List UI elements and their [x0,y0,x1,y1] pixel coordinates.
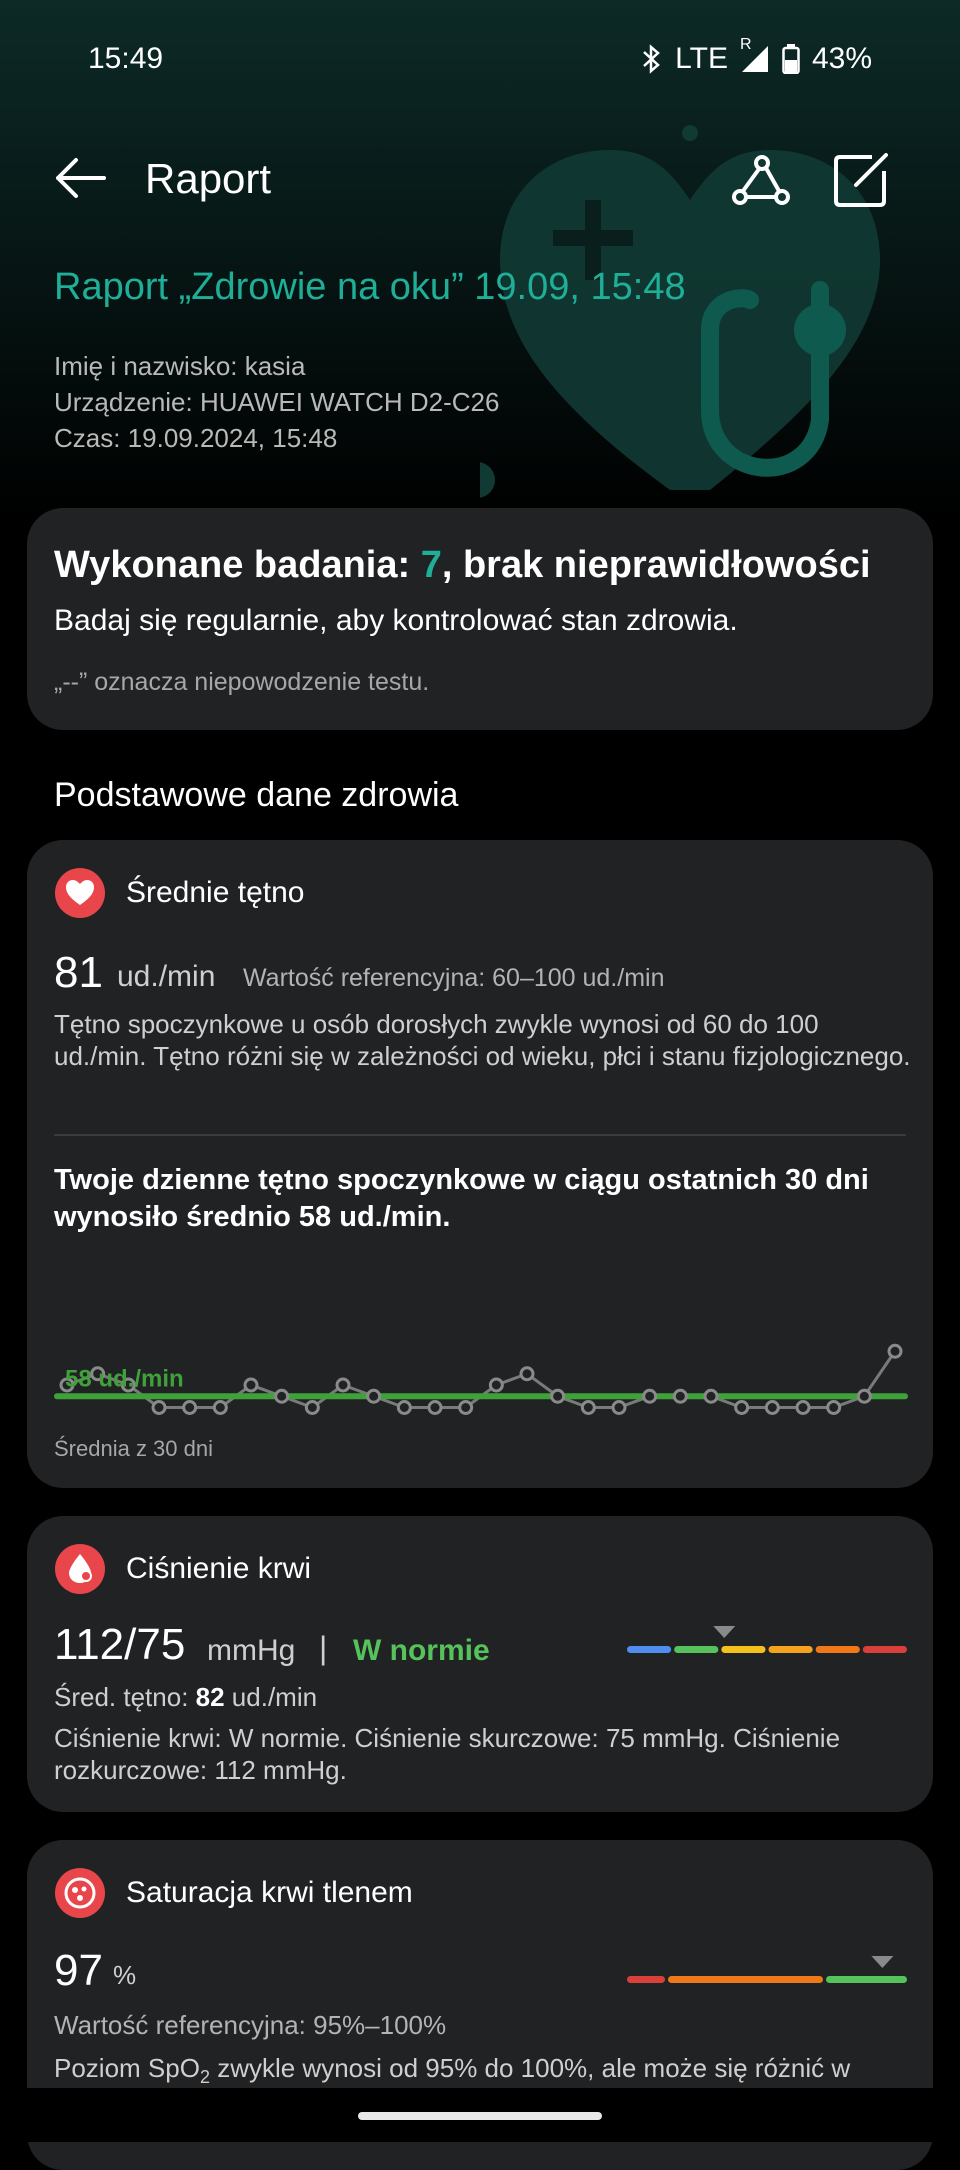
separator: | [319,1630,328,1666]
heart-rate-unit: ud./min [117,960,216,993]
hr-data-point [856,1388,872,1404]
hr-data-point [519,1366,535,1382]
hr-data-point [826,1400,842,1415]
divider [54,1134,906,1136]
blood-drop-icon [55,1544,105,1594]
hr-data-point [550,1388,566,1404]
back-arrow-icon[interactable] [50,153,110,203]
chart-average-note: Średnia z 30 dni [54,1436,213,1461]
bp-scale-segment [862,1646,907,1653]
resting-hr-chart: 58 ud./min [54,1343,908,1415]
bp-scale-segment [815,1646,860,1653]
summary-subtitle: Badaj się regularnie, aby kontrolować st… [54,604,738,637]
hr-data-point [182,1400,198,1415]
hr-data-point [795,1400,811,1415]
hr-data-point [611,1400,627,1415]
hr-data-point [672,1388,688,1404]
blood-pressure-pulse: Śred. tętno: 82 ud./min [54,1682,317,1713]
hr-data-point [151,1400,167,1415]
hr-average-label: 58 ud./min [65,1365,184,1392]
home-indicator[interactable] [358,2112,602,2120]
spo2-desc-post: zwykle wynosi od 95% do 100%, ale może s… [209,2053,851,2083]
pulse-unit: ud./min [224,1682,318,1712]
share-icon[interactable] [732,153,792,209]
hr-data-point [396,1400,412,1415]
roaming-label: R [739,36,752,53]
status-icons: LTE R 43% [641,36,872,76]
bp-scale-marker [713,1626,736,1638]
hr-data-point [304,1400,320,1415]
summary-title-prefix: Wykonane badania: [54,544,421,586]
battery-icon [782,44,800,74]
spo2-scale-segment [627,1976,665,1983]
hr-data-point [212,1400,228,1415]
blood-pressure-card[interactable]: Ciśnienie krwi 112/75 mmHg | W normie Śr… [27,1516,933,1812]
bp-scale-segment [768,1646,813,1653]
blood-pressure-scale [627,1626,907,1653]
pulse-value: 82 [195,1682,225,1712]
hr-data-point [488,1377,504,1393]
report-name: Imię i nazwisko: kasia [54,351,306,381]
hr-data-point [274,1388,290,1404]
spo2-scale [627,1956,907,1983]
signal-icon: R [740,36,770,74]
hr-data-point [887,1343,903,1359]
bp-scale-segment [627,1646,672,1653]
summary-note: „--” oznacza niepowodzenie testu. [54,668,430,696]
network-label: LTE [675,42,728,75]
hr-data-point [458,1400,474,1415]
hr-data-point [427,1400,443,1415]
heart-rate-value: 81 [54,948,103,997]
hr-data-point [335,1377,351,1393]
heart-rate-card[interactable]: Średnie tętno 81 ud./min Wartość referen… [27,840,933,1488]
spo2-title: Saturacja krwi tlenem [126,1876,413,1909]
hr-data-point [243,1377,259,1393]
blood-cell-icon [55,1868,105,1918]
edit-icon[interactable] [832,153,892,209]
page-title: Raport [145,155,272,202]
blood-pressure-title: Ciśnienie krwi [126,1552,312,1585]
spo2-scale-segment [826,1976,907,1983]
hr-data-point [580,1400,596,1415]
status-time: 15:49 [88,42,164,75]
hr-data-point [642,1388,658,1404]
bp-scale-segment [674,1646,719,1653]
summary-count: 7 [420,544,442,586]
report-time: Czas: 19.09.2024, 15:48 [54,423,338,453]
pulse-label: Śred. tętno: [54,1682,196,1712]
heart-rate-description: Tętno spoczynkowe u osób dorosłych zwykl… [54,1009,911,1071]
spo2-description: Poziom SpO2 zwykle wynosi od 95% do 100%… [54,2052,924,2093]
spo2-scale-marker [871,1956,894,1968]
blood-pressure-unit: mmHg [207,1634,296,1667]
bluetooth-icon [643,44,661,74]
report-title: Raport „Zdrowie na oku” 19.09, 15:48 [54,266,686,308]
blood-pressure-value: 112/75 [54,1620,186,1669]
resting-hr-summary: Twoje dzienne tętno spoczynkowe w ciągu … [54,1164,869,1233]
spo2-reference: Wartość referencyjna: 95%–100% [54,2010,447,2040]
blood-pressure-status: W normie [353,1634,490,1667]
summary-card: Wykonane badania: 7, brak nieprawidłowoś… [27,508,933,730]
summary-title-suffix: , brak nieprawidłowości [441,544,871,586]
hr-data-point [764,1400,780,1415]
report-meta: Imię i nazwisko: kasia Urządzenie: HUAWE… [54,348,499,456]
spo2-desc-sub: 2 [199,2067,210,2088]
spo2-unit: % [113,1960,137,1990]
spo2-value: 97 [54,1946,103,1995]
spo2-desc-pre: Poziom SpO [54,2053,200,2083]
bp-scale-segment [721,1646,766,1653]
summary-title: Wykonane badania: 7, brak nieprawidłowoś… [54,544,871,587]
heart-icon [55,868,105,918]
section-title: Podstawowe dane zdrowia [54,776,459,814]
hr-data-point [734,1400,750,1415]
blood-pressure-description: Ciśnienie krwi: W normie. Ciśnienie skur… [54,1723,841,1785]
report-device: Urządzenie: HUAWEI WATCH D2-C26 [54,387,500,417]
app-bar: Raport [0,145,960,215]
hr-data-point [703,1388,719,1404]
battery-level: 43% [811,42,872,75]
heart-rate-title: Średnie tętno [126,876,305,909]
hr-data-point [366,1388,382,1404]
heart-rate-reference: Wartość referencyjna: 60–100 ud./min [243,964,665,992]
spo2-scale-segment [668,1976,823,1983]
status-bar: 15:49 LTE R 43% [0,36,960,80]
